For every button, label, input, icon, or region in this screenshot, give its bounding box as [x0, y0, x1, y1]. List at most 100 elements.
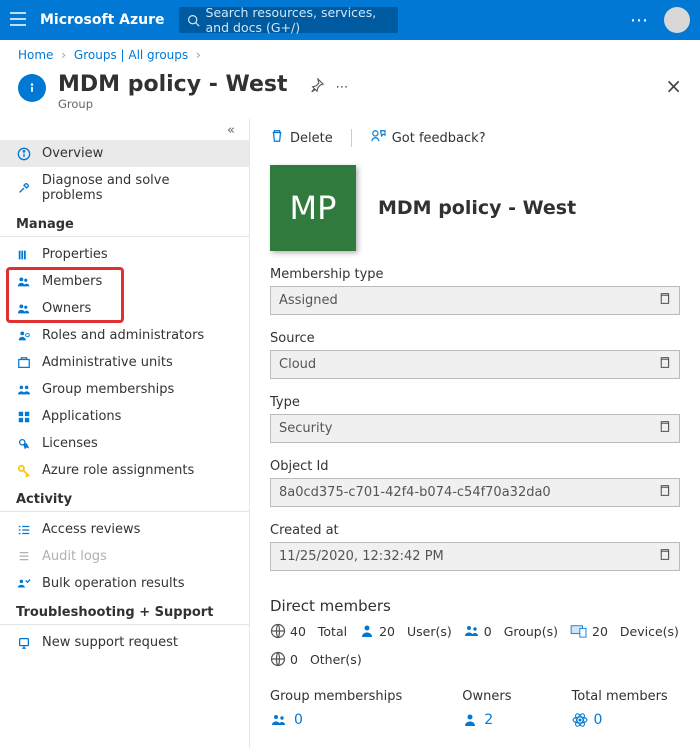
dm-num: 20 [592, 624, 608, 639]
dm-num: 40 [290, 624, 306, 639]
close-icon[interactable]: × [665, 74, 682, 98]
collapse-icon[interactable]: « [0, 119, 249, 140]
command-bar: Delete Got feedback? [270, 119, 680, 159]
copy-icon[interactable] [658, 548, 671, 565]
stat-value: 2 [484, 712, 493, 728]
stat-group-memberships[interactable]: Group memberships 0 [270, 689, 402, 728]
sidebar-item-licenses[interactable]: Licenses [0, 430, 249, 457]
group-name: MDM policy - West [378, 197, 576, 219]
logs-icon [16, 550, 32, 564]
copy-icon[interactable] [658, 420, 671, 437]
sidebar-item-aunits[interactable]: Administrative units [0, 349, 249, 376]
members-icon [16, 275, 32, 289]
sidebar-item-access[interactable]: Access reviews [0, 516, 249, 543]
sidebar-item-properties[interactable]: Properties [0, 241, 249, 268]
user-icon [462, 712, 478, 728]
sidebar-item-label: Bulk operation results [42, 576, 185, 591]
hamburger-icon[interactable] [10, 10, 26, 31]
field-value: Cloud [279, 357, 316, 372]
pin-icon[interactable] [310, 78, 324, 96]
dm-num: 20 [379, 624, 395, 639]
sidebar-item-support[interactable]: New support request [0, 629, 249, 656]
avatar[interactable] [664, 7, 690, 33]
user-icon [359, 623, 375, 639]
info-icon [18, 74, 46, 102]
feedback-label: Got feedback? [392, 131, 486, 146]
field-value: Assigned [279, 293, 338, 308]
dm-total[interactable]: 40 Total [270, 623, 347, 639]
sidebar-item-apps[interactable]: Applications [0, 403, 249, 430]
sidebar-item-label: Properties [42, 247, 108, 262]
field-label: Type [270, 395, 680, 410]
dm-devices[interactable]: 20 Device(s) [570, 623, 679, 639]
sidebar-item-label: Members [42, 274, 102, 289]
crumb-groups[interactable]: Groups | All groups [74, 48, 188, 62]
licenses-icon [16, 437, 32, 451]
field-membership-type: Membership type Assigned [270, 267, 680, 315]
brand-label: Microsoft Azure [40, 12, 165, 28]
sidebar-item-roles[interactable]: Roles and administrators [0, 322, 249, 349]
sidebar-item-audit[interactable]: Audit logs [0, 543, 249, 570]
feedback-button[interactable]: Got feedback? [370, 129, 486, 147]
field-value-box: Security [270, 414, 680, 443]
properties-icon [16, 248, 32, 262]
stats-row: Group memberships 0 Owners 2 Total membe… [270, 689, 680, 728]
aunits-icon [16, 356, 32, 370]
sidebar-item-label: New support request [42, 635, 178, 650]
roles-icon [16, 329, 32, 343]
sidebar-item-label: Overview [42, 146, 103, 161]
stat-owners[interactable]: Owners 2 [462, 689, 511, 728]
dm-others[interactable]: 0 Other(s) [270, 651, 362, 667]
topbar: Microsoft Azure Search resources, servic… [0, 0, 700, 40]
delete-icon [270, 129, 284, 147]
field-value: 11/25/2020, 12:32:42 PM [279, 549, 444, 564]
info-circle-icon [16, 147, 32, 161]
more-icon[interactable]: ⋯ [630, 10, 650, 31]
group-initials: MP [290, 189, 337, 227]
sidebar-section-manage: Manage [0, 209, 249, 237]
dm-num: 0 [290, 652, 298, 667]
hero: MP MDM policy - West [270, 165, 680, 251]
dm-label: User(s) [407, 624, 452, 639]
sidebar-item-azroles[interactable]: Azure role assignments [0, 457, 249, 484]
field-label: Membership type [270, 267, 680, 282]
field-value-box: Assigned [270, 286, 680, 315]
search-input[interactable]: Search resources, services, and docs (G+… [179, 7, 399, 33]
stat-value: 0 [294, 712, 303, 728]
key-icon [16, 464, 32, 478]
direct-members-row: 40 Total 20 User(s) 0 Group(s) 20 Device… [270, 623, 680, 667]
crumb-home[interactable]: Home [18, 48, 53, 62]
copy-icon[interactable] [658, 484, 671, 501]
sidebar-item-owners[interactable]: Owners [0, 295, 249, 322]
sidebar-item-overview[interactable]: Overview [0, 140, 249, 167]
field-label: Created at [270, 523, 680, 538]
sidebar-item-members[interactable]: Members [0, 268, 249, 295]
copy-icon[interactable] [658, 292, 671, 309]
bulk-icon [16, 577, 32, 591]
sidebar-item-label: Group memberships [42, 382, 174, 397]
dm-users[interactable]: 20 User(s) [359, 623, 452, 639]
sidebar: « Overview Diagnose and solve problems M… [0, 119, 250, 748]
more-title-icon[interactable]: ⋯ [336, 80, 351, 95]
copy-icon[interactable] [658, 356, 671, 373]
page-subtitle: Group [58, 97, 288, 111]
group-memberships-icon [16, 383, 32, 397]
search-icon [187, 14, 200, 27]
sidebar-item-gmembers[interactable]: Group memberships [0, 376, 249, 403]
users-icon [270, 712, 288, 728]
field-source: Source Cloud [270, 331, 680, 379]
field-value-box: Cloud [270, 350, 680, 379]
device-icon [570, 624, 588, 638]
dm-groups[interactable]: 0 Group(s) [464, 623, 558, 639]
globe-icon [270, 651, 286, 667]
sidebar-item-label: Diagnose and solve problems [42, 173, 233, 203]
stat-label: Group memberships [270, 689, 402, 704]
field-object-id: Object Id 8a0cd375-c701-42f4-b074-c54f70… [270, 459, 680, 507]
delete-button[interactable]: Delete [270, 129, 333, 147]
dm-label: Group(s) [504, 624, 558, 639]
sidebar-item-diagnose[interactable]: Diagnose and solve problems [0, 167, 249, 209]
dm-label: Other(s) [310, 652, 362, 667]
sidebar-item-bulk[interactable]: Bulk operation results [0, 570, 249, 597]
group-tile: MP [270, 165, 356, 251]
stat-total-members[interactable]: Total members 0 [572, 689, 668, 728]
